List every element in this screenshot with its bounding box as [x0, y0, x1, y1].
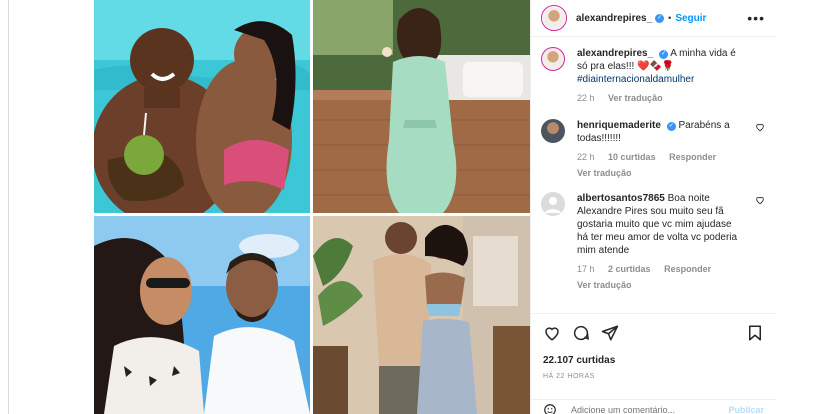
comment-text-block: henriquemaderite ✓ Parabéns a todas!!!!!…	[577, 119, 743, 145]
commenter-avatar[interactable]	[541, 192, 565, 216]
comment-username[interactable]: albertosantos7865	[577, 193, 665, 204]
post-timestamp: HÁ 22 HORAS	[543, 373, 595, 380]
like-count[interactable]: 22.107 curtidas	[543, 355, 764, 366]
photo-couple	[313, 216, 530, 414]
comment-age: 22 h	[577, 152, 595, 162]
photo-pool	[94, 0, 310, 213]
comment-meta: 17 h 2 curtidas Responder	[577, 264, 743, 274]
author-username[interactable]: alexandrepires_	[576, 13, 652, 24]
follow-button[interactable]: Seguir	[675, 13, 706, 24]
caption-translate-link[interactable]: Ver tradução	[608, 93, 663, 103]
publish-button[interactable]: Publicar	[728, 405, 764, 414]
paper-plane-icon[interactable]	[601, 324, 619, 342]
verified-badge-icon: ✓	[658, 50, 668, 59]
action-bar	[543, 324, 764, 342]
verified-badge-icon: ✓	[666, 122, 676, 131]
page-divider	[8, 0, 9, 414]
photo-beach-selfie	[94, 216, 310, 414]
verified-badge-icon: ✓	[655, 13, 665, 23]
emoji-icon[interactable]	[543, 403, 557, 414]
photo-mint-dress	[313, 0, 530, 213]
post-sidebar: alexandrepires_ ✓ • Seguir ••• alexandre…	[530, 0, 776, 414]
comment-age: 17 h	[577, 264, 595, 274]
comment-text-block: albertosantos7865 Boa noite Alexandre Pi…	[577, 192, 743, 257]
post-photo-collage	[94, 0, 530, 414]
bookmark-icon[interactable]	[746, 324, 764, 342]
comment-item: albertosantos7865 Boa noite Alexandre Pi…	[541, 192, 765, 290]
comment-input[interactable]	[571, 404, 729, 414]
heart-icon[interactable]	[755, 195, 765, 205]
reply-button[interactable]: Responder	[664, 264, 711, 274]
post-header: alexandrepires_ ✓ • Seguir •••	[531, 0, 775, 37]
comment-composer: Publicar	[531, 399, 776, 414]
comment-likes[interactable]: 2 curtidas	[608, 264, 651, 274]
heart-icon[interactable]	[755, 122, 765, 132]
reply-button[interactable]: Responder	[669, 152, 716, 162]
comment-username[interactable]: henriquemaderite	[577, 120, 661, 131]
more-options-icon[interactable]: •••	[747, 11, 765, 25]
page-background-right	[775, 0, 828, 414]
commenter-avatar[interactable]	[541, 119, 565, 143]
comment-translate-link[interactable]: Ver tradução	[577, 168, 743, 178]
separator-dot: •	[668, 13, 672, 23]
page-background-left	[0, 0, 94, 414]
comment-likes[interactable]: 10 curtidas	[608, 152, 656, 162]
caption-age: 22 h	[577, 93, 595, 103]
caption-hashtag[interactable]: #diainternacionaldamulher	[577, 74, 694, 85]
comment-list: alexandrepires_ ✓ A minha vida é só pra …	[531, 37, 775, 310]
like-heart-icon[interactable]	[543, 324, 561, 342]
comment-translate-link[interactable]: Ver tradução	[577, 280, 743, 290]
caption-username[interactable]: alexandrepires_	[577, 48, 653, 59]
comment-meta: 22 h 10 curtidas Responder	[577, 152, 743, 162]
author-avatar[interactable]	[541, 5, 567, 31]
comment-icon[interactable]	[572, 324, 590, 342]
caption-text-block: alexandrepires_ ✓ A minha vida é só pra …	[577, 47, 743, 86]
caption: alexandrepires_ ✓ A minha vida é só pra …	[541, 47, 765, 103]
caption-meta: 22 h Ver tradução	[577, 93, 743, 103]
post-actions: 22.107 curtidas HÁ 22 HORAS	[531, 313, 776, 380]
caption-avatar[interactable]	[541, 47, 565, 71]
comment-item: henriquemaderite ✓ Parabéns a todas!!!!!…	[541, 119, 765, 178]
